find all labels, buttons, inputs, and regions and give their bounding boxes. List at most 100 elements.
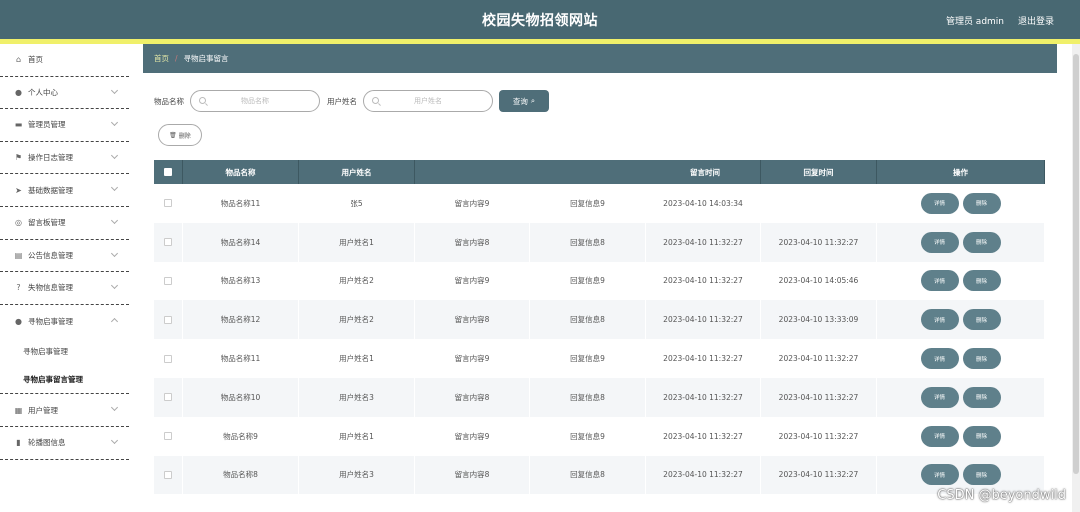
- sidebar-item-home[interactable]: ⌂ 首页: [0, 44, 129, 77]
- sidebar-item-seeking[interactable]: ● 寻物启事管理: [0, 305, 129, 338]
- cell-actions: 详情 删除: [877, 261, 1045, 301]
- cell-reply: 回复信息9: [530, 416, 646, 456]
- sidebar-item-carousel[interactable]: ▮ 轮播图信息: [0, 427, 129, 460]
- delete-button[interactable]: 删除: [962, 192, 1001, 214]
- item-name-input[interactable]: 物品名称: [190, 90, 320, 112]
- batch-delete-button[interactable]: 🗑 删除: [158, 124, 202, 146]
- detail-button[interactable]: 详情: [920, 192, 959, 214]
- submenu-item-seeking-manage[interactable]: 寻物启事管理: [0, 337, 129, 365]
- breadcrumb-current: 寻物启事留言: [183, 54, 229, 63]
- detail-button[interactable]: 详情: [920, 309, 959, 331]
- watermark: CSDN @beyondwild: [937, 488, 1066, 503]
- delete-button[interactable]: 删除: [962, 464, 1001, 486]
- delete-button[interactable]: 删除: [962, 270, 1001, 292]
- delete-button[interactable]: 删除: [962, 231, 1001, 253]
- sidebar-item-label: 轮播图信息: [28, 438, 66, 448]
- table-header: 物品名称 用户姓名 留言时间 回复时间 操作: [154, 160, 1045, 184]
- breadcrumb-separator: /: [175, 54, 178, 63]
- detail-button[interactable]: 详情: [920, 464, 959, 486]
- scrollbar-thumb[interactable]: [1073, 54, 1079, 474]
- cell-user-name: 用户姓名3: [299, 377, 415, 417]
- chevron-down-icon: [110, 216, 119, 225]
- sidebar-item-label: 操作日志管理: [28, 153, 73, 163]
- detail-button[interactable]: 详情: [920, 348, 959, 370]
- cell-user-name: 用户姓名2: [299, 261, 415, 301]
- cell-message-time: 2023-04-10 11:32:27: [646, 416, 761, 456]
- cell-actions: 详情 删除: [877, 339, 1045, 378]
- row-checkbox[interactable]: [164, 315, 172, 324]
- cell-item-name: 物品名称11: [183, 184, 299, 223]
- scrollbar[interactable]: [1072, 44, 1080, 512]
- select-all-checkbox[interactable]: [164, 168, 172, 176]
- sidebar-item-oplog[interactable]: ⚑ 操作日志管理: [0, 142, 129, 175]
- chevron-down-icon: [110, 436, 119, 444]
- top-header: 校园失物招领网站 管理员 admin 退出登录: [0, 0, 1080, 39]
- sidebar-item-label: 基础数据管理: [28, 185, 73, 195]
- row-checkbox-cell: [154, 222, 183, 262]
- row-checkbox[interactable]: [164, 199, 172, 208]
- sidebar-item-lost[interactable]: ? 失物信息管理: [0, 272, 129, 305]
- query-label: 查询: [512, 96, 528, 106]
- sidebar-item-notice[interactable]: ▤ 公告信息管理: [0, 240, 129, 273]
- detail-button[interactable]: 详情: [920, 386, 959, 408]
- cell-message: 留言内容9: [415, 184, 530, 223]
- delete-button[interactable]: 删除: [962, 348, 1001, 370]
- breadcrumb-home[interactable]: 首页: [154, 53, 169, 64]
- cell-reply-time: [761, 184, 877, 223]
- row-checkbox-cell: [154, 261, 183, 301]
- sidebar-item-messageboard[interactable]: ◎ 留言板管理: [0, 207, 129, 240]
- sidebar-item-admin[interactable]: ▬ 管理员管理: [0, 109, 129, 142]
- row-checkbox[interactable]: [164, 276, 172, 285]
- chevron-down-icon: [110, 249, 119, 257]
- cell-user-name: 用户姓名2: [299, 300, 415, 340]
- sidebar-item-personal[interactable]: ● 个人中心: [0, 77, 129, 110]
- detail-button[interactable]: 详情: [920, 270, 959, 292]
- cell-item-name: 物品名称14: [183, 222, 299, 262]
- item-name-placeholder: 物品名称: [241, 97, 269, 105]
- row-checkbox[interactable]: [164, 354, 172, 363]
- select-all-cell: [154, 160, 183, 184]
- delete-button[interactable]: 删除: [962, 425, 1001, 447]
- cell-actions: 详情 删除: [877, 222, 1045, 262]
- delete-button[interactable]: 删除: [962, 309, 1001, 331]
- user-name-input[interactable]: 用户姓名: [363, 90, 493, 112]
- chevron-down-icon: [110, 86, 119, 94]
- row-checkbox[interactable]: [164, 432, 172, 441]
- row-checkbox-cell: [154, 416, 183, 456]
- user-icon: ●: [15, 87, 22, 97]
- sidebar-item-users[interactable]: ▦ 用户管理: [0, 394, 129, 427]
- cell-actions: 详情 删除: [877, 416, 1045, 456]
- cell-user-name: 用户姓名1: [299, 416, 415, 456]
- breadcrumb: 首页 / 寻物启事留言: [143, 44, 1057, 73]
- search-icon: [199, 97, 206, 104]
- cell-reply-time: 2023-04-10 11:32:27: [761, 222, 877, 262]
- detail-button[interactable]: 详情: [920, 425, 959, 447]
- row-checkbox[interactable]: [164, 470, 172, 479]
- sidebar-item-label: 管理员管理: [28, 120, 66, 130]
- cell-message-time: 2023-04-10 11:32:27: [646, 300, 761, 340]
- logout-link[interactable]: 退出登录: [1018, 14, 1054, 27]
- compass-icon: ◎: [15, 218, 22, 228]
- row-checkbox-cell: [154, 455, 183, 495]
- delete-button[interactable]: 删除: [962, 386, 1001, 408]
- location-icon: ●: [15, 316, 22, 326]
- row-checkbox-cell: [154, 300, 183, 340]
- row-checkbox[interactable]: [164, 393, 172, 402]
- cell-message: 留言内容8: [415, 222, 530, 262]
- cell-reply: 回复信息9: [530, 184, 646, 223]
- cell-user-name: 用户姓名1: [299, 339, 415, 378]
- detail-button[interactable]: 详情: [920, 231, 959, 253]
- cell-actions: 详情 删除: [877, 300, 1045, 340]
- chevron-down-icon: [110, 184, 119, 192]
- query-button[interactable]: 查询 ⌕: [499, 90, 549, 112]
- table-row: 物品名称9 用户姓名1 留言内容9 回复信息9 2023-04-10 11:32:27 2…: [154, 416, 1045, 456]
- cell-message-time: 2023-04-10 14:03:34: [646, 184, 761, 223]
- cell-user-name: 张5: [299, 184, 415, 223]
- row-checkbox[interactable]: [164, 238, 172, 247]
- sidebar-item-basedata[interactable]: ➤ 基础数据管理: [0, 174, 129, 207]
- cell-reply-time: 2023-04-10 11:32:27: [761, 377, 877, 417]
- cell-reply-time: 2023-04-10 11:32:27: [761, 416, 877, 456]
- submenu-item-seeking-message[interactable]: 寻物启事留言管理: [0, 365, 129, 393]
- table-row: 物品名称14 用户姓名1 留言内容8 回复信息8 2023-04-10 11:32:27…: [154, 222, 1045, 262]
- chevron-up-icon: [110, 317, 119, 325]
